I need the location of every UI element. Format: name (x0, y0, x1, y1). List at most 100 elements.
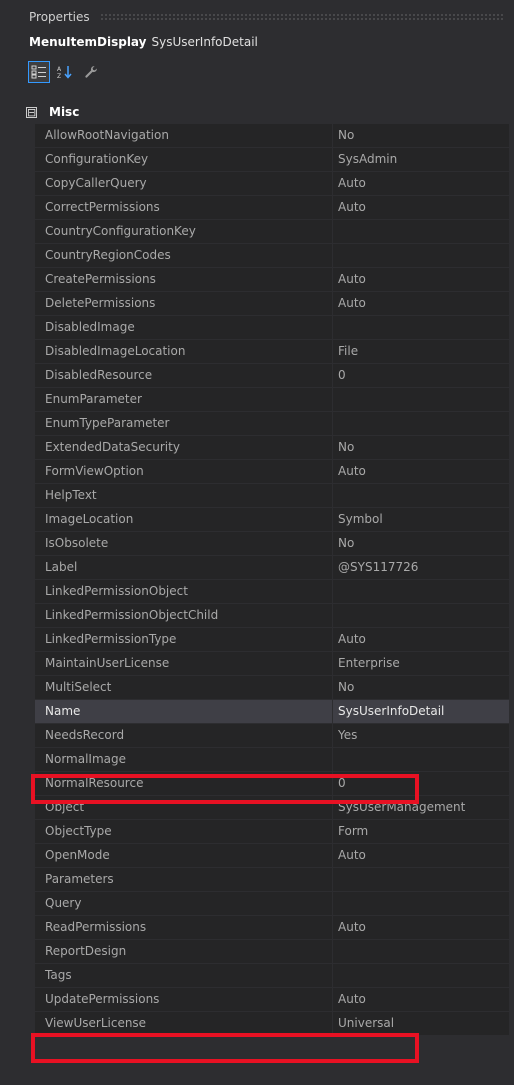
property-row[interactable]: CountryRegionCodes (35, 244, 509, 268)
property-name[interactable]: ReadPermissions (35, 916, 332, 939)
property-name[interactable]: IsObsolete (35, 532, 332, 555)
property-value[interactable]: Auto (332, 196, 509, 219)
property-row[interactable]: LinkedPermissionObjectChild (35, 604, 509, 628)
property-row[interactable]: NormalImage (35, 748, 509, 772)
property-row[interactable]: FormViewOption Auto (35, 460, 509, 484)
property-row[interactable]: CorrectPermissions Auto (35, 196, 509, 220)
collapse-toggle-icon[interactable]: ⊟ (26, 106, 37, 118)
property-value[interactable]: 0 (332, 364, 509, 387)
property-value[interactable] (332, 388, 509, 411)
property-row[interactable]: DisabledResource 0 (35, 364, 509, 388)
property-value[interactable]: Auto (332, 988, 509, 1011)
property-value[interactable] (332, 964, 509, 987)
property-name[interactable]: HelpText (35, 484, 332, 507)
property-value[interactable]: Auto (332, 628, 509, 651)
property-value[interactable] (332, 892, 509, 915)
property-value[interactable]: Enterprise (332, 652, 509, 675)
panel-title-bar[interactable]: Properties (23, 6, 509, 27)
property-value[interactable]: Auto (332, 268, 509, 291)
property-row[interactable]: Name SysUserInfoDetail (35, 700, 509, 724)
property-row[interactable]: CountryConfigurationKey (35, 220, 509, 244)
property-value[interactable]: Yes (332, 724, 509, 747)
property-row[interactable]: UpdatePermissions Auto (35, 988, 509, 1012)
property-name[interactable]: EnumTypeParameter (35, 412, 332, 435)
property-name[interactable]: DisabledImageLocation (35, 340, 332, 363)
property-row[interactable]: ObjectType Form (35, 820, 509, 844)
property-value[interactable]: No (332, 532, 509, 555)
alphabetical-button[interactable]: A Z (54, 61, 76, 83)
property-name[interactable]: OpenMode (35, 844, 332, 867)
property-value[interactable]: No (332, 436, 509, 459)
property-name[interactable]: UpdatePermissions (35, 988, 332, 1011)
property-value[interactable]: No (332, 676, 509, 699)
property-name[interactable]: Tags (35, 964, 332, 987)
property-row[interactable]: ConfigurationKey SysAdmin (35, 148, 509, 172)
property-name[interactable]: Label (35, 556, 332, 579)
property-value[interactable] (332, 940, 509, 963)
property-row[interactable]: HelpText (35, 484, 509, 508)
property-value[interactable] (332, 748, 509, 771)
property-value[interactable] (332, 316, 509, 339)
property-name[interactable]: DisabledResource (35, 364, 332, 387)
property-value[interactable]: No (332, 124, 509, 147)
selected-object-bar[interactable]: MenuItemDisplay SysUserInfoDetail (23, 28, 509, 56)
categorized-button[interactable] (28, 60, 50, 83)
property-name[interactable]: Query (35, 892, 332, 915)
property-row[interactable]: ReportDesign (35, 940, 509, 964)
property-value[interactable]: Symbol (332, 508, 509, 531)
property-row[interactable]: IsObsolete No (35, 532, 509, 556)
property-row[interactable]: LinkedPermissionObject (35, 580, 509, 604)
property-name[interactable]: AllowRootNavigation (35, 124, 332, 147)
property-value[interactable]: @SYS117726 (332, 556, 509, 579)
property-row[interactable]: EnumTypeParameter (35, 412, 509, 436)
property-row[interactable]: DisabledImageLocation File (35, 340, 509, 364)
property-row[interactable]: AllowRootNavigation No (35, 124, 509, 148)
property-value[interactable]: Auto (332, 292, 509, 315)
property-row[interactable]: CreatePermissions Auto (35, 268, 509, 292)
property-value[interactable]: SysUserInfoDetail (332, 700, 509, 723)
property-row[interactable]: Tags (35, 964, 509, 988)
property-row[interactable]: Label @SYS117726 (35, 556, 509, 580)
property-name[interactable]: ObjectType (35, 820, 332, 843)
property-row[interactable]: CopyCallerQuery Auto (35, 172, 509, 196)
property-row[interactable]: DisabledImage (35, 316, 509, 340)
property-name[interactable]: MultiSelect (35, 676, 332, 699)
property-row[interactable]: OpenMode Auto (35, 844, 509, 868)
property-value[interactable]: SysAdmin (332, 148, 509, 171)
property-row[interactable]: Query (35, 892, 509, 916)
property-name[interactable]: LinkedPermissionType (35, 628, 332, 651)
property-name[interactable]: NeedsRecord (35, 724, 332, 747)
property-row[interactable]: DeletePermissions Auto (35, 292, 509, 316)
property-name[interactable]: ReportDesign (35, 940, 332, 963)
property-value[interactable]: Auto (332, 460, 509, 483)
property-value[interactable]: Universal (332, 1012, 509, 1035)
property-name[interactable]: LinkedPermissionObject (35, 580, 332, 603)
property-name[interactable]: CopyCallerQuery (35, 172, 332, 195)
property-value[interactable]: Form (332, 820, 509, 843)
property-name[interactable]: NormalImage (35, 748, 332, 771)
property-value[interactable] (332, 484, 509, 507)
property-name[interactable]: MaintainUserLicense (35, 652, 332, 675)
property-name[interactable]: CountryConfigurationKey (35, 220, 332, 243)
property-name[interactable]: CountryRegionCodes (35, 244, 332, 267)
category-misc[interactable]: ⊟ Misc (23, 100, 509, 124)
property-row[interactable]: Parameters (35, 868, 509, 892)
property-name[interactable]: ExtendedDataSecurity (35, 436, 332, 459)
property-name[interactable]: ViewUserLicense (35, 1012, 332, 1035)
property-name[interactable]: DisabledImage (35, 316, 332, 339)
property-value[interactable] (332, 220, 509, 243)
property-row[interactable]: EnumParameter (35, 388, 509, 412)
property-value[interactable] (332, 604, 509, 627)
property-row[interactable]: MaintainUserLicense Enterprise (35, 652, 509, 676)
property-name[interactable]: Parameters (35, 868, 332, 891)
property-row[interactable]: ReadPermissions Auto (35, 916, 509, 940)
property-row[interactable]: ImageLocation Symbol (35, 508, 509, 532)
property-row[interactable]: NeedsRecord Yes (35, 724, 509, 748)
property-value[interactable]: Auto (332, 172, 509, 195)
property-value[interactable] (332, 868, 509, 891)
property-value[interactable]: Auto (332, 844, 509, 867)
property-value[interactable] (332, 244, 509, 267)
property-name[interactable]: Name (35, 700, 332, 723)
property-name[interactable]: ConfigurationKey (35, 148, 332, 171)
property-value[interactable]: File (332, 340, 509, 363)
